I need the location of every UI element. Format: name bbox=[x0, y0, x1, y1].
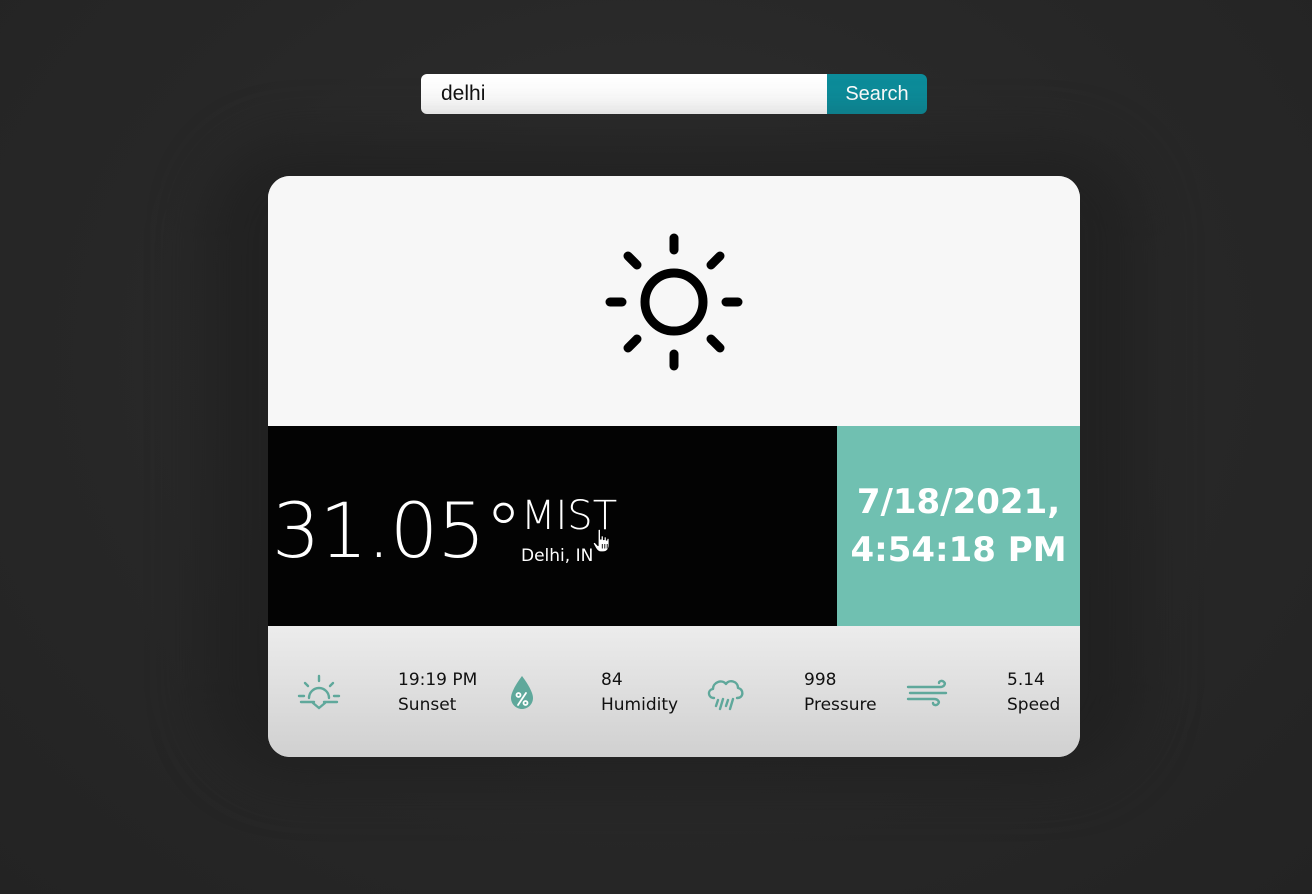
pressure-icon bbox=[707, 680, 744, 711]
stats-panel: 19:19 PM Sunset 84 Humidity 998 Pressure… bbox=[268, 626, 1080, 757]
search-button[interactable]: Search bbox=[827, 74, 927, 114]
humidity-icon bbox=[511, 676, 533, 709]
stat-value: 5.14 bbox=[1007, 670, 1045, 690]
date-text: 7/18/2021, bbox=[856, 482, 1061, 522]
weather-location: Delhi, IN bbox=[521, 546, 594, 566]
stat-value: 19:19 PM bbox=[398, 670, 478, 690]
weather-card: 31.05° MIST Delhi, IN 7/18/2021, 4:54:18… bbox=[268, 176, 1080, 757]
wind-icon bbox=[906, 679, 948, 707]
search-bar: Search bbox=[421, 74, 927, 114]
hand-cursor-icon bbox=[592, 528, 610, 553]
stat-value: 998 bbox=[804, 670, 837, 690]
stat-value: 84 bbox=[601, 670, 623, 690]
stat-label: Pressure bbox=[804, 695, 877, 715]
stat-label: Humidity bbox=[601, 695, 679, 715]
datetime-panel: 7/18/2021, 4:54:18 PM bbox=[837, 426, 1080, 626]
stat-humidity: 84 Humidity bbox=[500, 626, 700, 757]
sun-icon bbox=[605, 233, 743, 371]
time-text: 4:54:18 PM bbox=[850, 530, 1067, 570]
temperature-value: 31.05° bbox=[272, 486, 523, 575]
sunset-icon bbox=[297, 674, 341, 710]
stat-wind: 5.14 Speed bbox=[906, 626, 1080, 757]
stat-sunset: 19:19 PM Sunset bbox=[297, 626, 497, 757]
search-input[interactable] bbox=[421, 74, 827, 114]
temperature-panel: 31.05° MIST Delhi, IN bbox=[268, 426, 837, 626]
stat-label: Sunset bbox=[398, 695, 457, 715]
weather-icon-panel bbox=[268, 176, 1080, 426]
stat-label: Speed bbox=[1007, 695, 1061, 715]
stat-pressure: 998 Pressure bbox=[703, 626, 903, 757]
